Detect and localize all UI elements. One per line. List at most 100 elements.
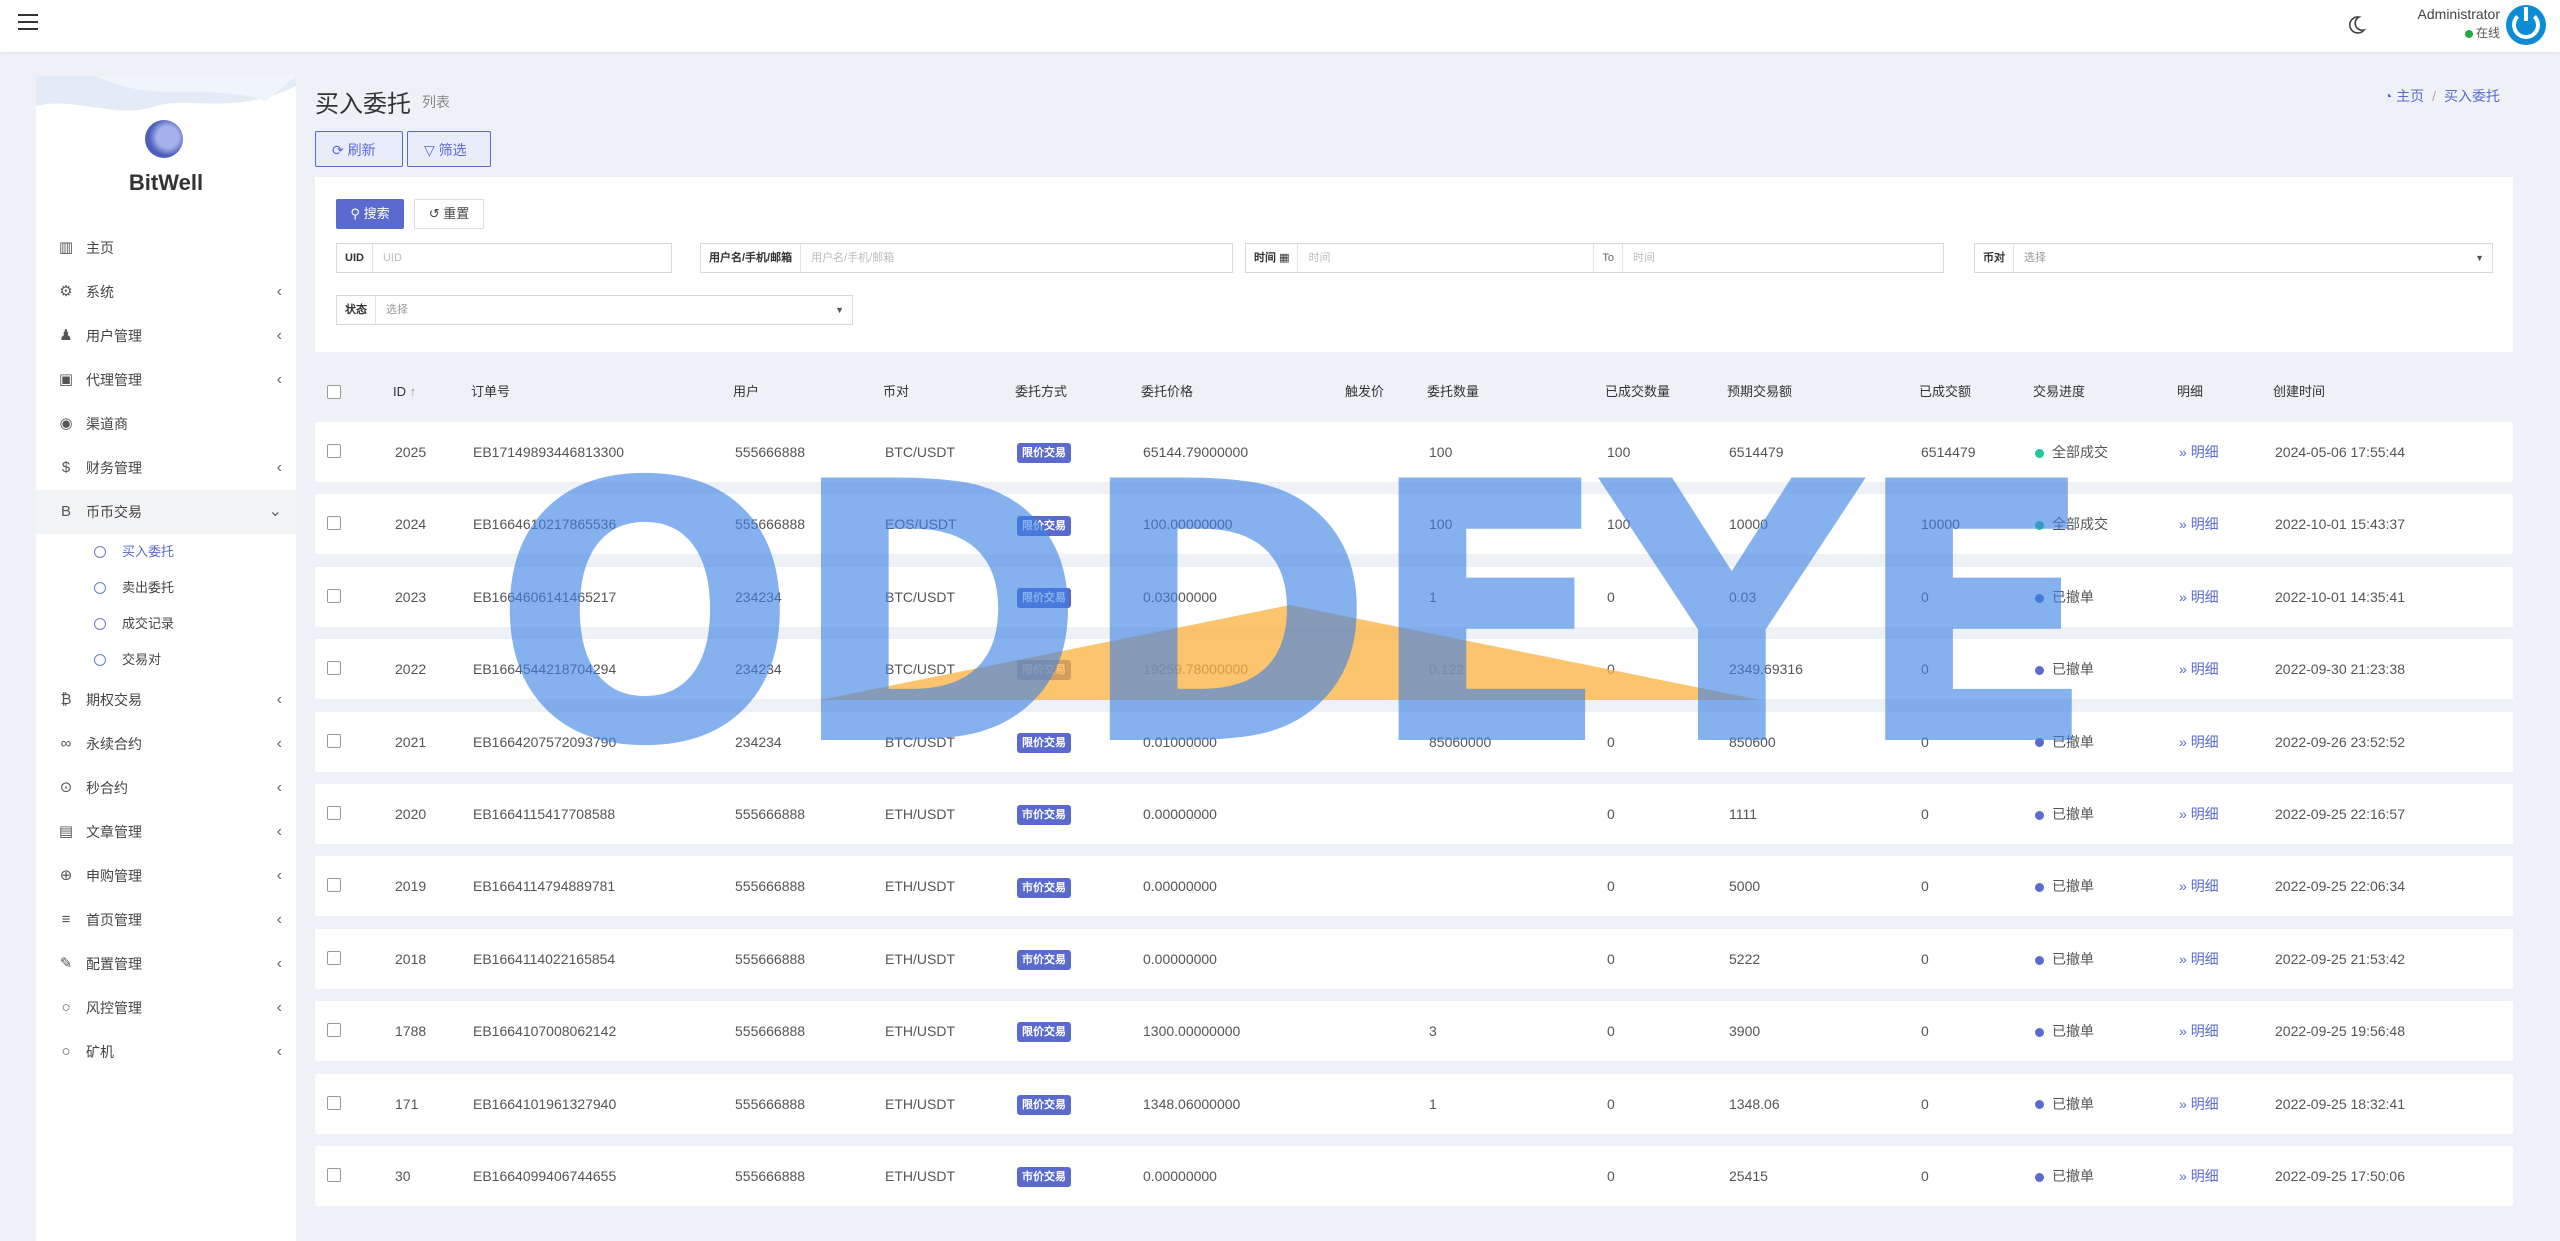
detail-link[interactable]: » 明细 — [2179, 1023, 2219, 1039]
pair-label: 币对 — [1975, 244, 2014, 272]
cell-id: 2025 — [395, 444, 427, 460]
breadcrumb-home[interactable]: 主页 — [2396, 88, 2424, 104]
cell: 5222 — [1729, 929, 1760, 989]
order-type-badge: 限价交易 — [1017, 588, 1071, 609]
cell: 1300.00000000 — [1143, 1001, 1240, 1061]
cell-user: 555666888 — [735, 1023, 806, 1040]
cell: 0 — [1921, 1146, 1929, 1206]
uid-input[interactable] — [372, 244, 671, 272]
detail-link[interactable]: » 明细 — [2179, 734, 2219, 750]
sidebar-subitem[interactable]: 交易对 — [36, 642, 296, 678]
row-checkbox[interactable] — [327, 661, 341, 676]
row-checkbox[interactable] — [327, 878, 341, 893]
row-checkbox[interactable] — [327, 444, 341, 458]
row-checkbox[interactable] — [327, 1095, 341, 1110]
sidebar-subitem[interactable]: 买入委托 — [36, 534, 296, 570]
detail-link[interactable]: » 明细 — [2179, 806, 2219, 822]
detail-link[interactable]: » 明细 — [2179, 589, 2219, 605]
order-type-badge: 市价交易 — [1017, 950, 1071, 971]
cell-order: EB1664115417708588 — [473, 806, 616, 822]
detail-link[interactable]: » 明细 — [2179, 444, 2219, 460]
cell: 2024-05-06 17:55:44 — [2275, 422, 2405, 482]
user-info[interactable]: Administrator 在线 — [2418, 6, 2500, 41]
sidebar-item[interactable]: $ 财务管理 ‹ — [36, 446, 296, 490]
bitwell-logo-icon — [145, 120, 183, 158]
column-header: 创建时间 — [2273, 384, 2326, 399]
column-header[interactable]: ID ↑ — [393, 372, 416, 412]
detail-link[interactable]: » 明细 — [2179, 878, 2219, 894]
cell-user: 555666888 — [735, 1168, 806, 1184]
status-select-value: 选择 — [386, 304, 408, 316]
cell: 限价交易 — [1017, 567, 1071, 627]
sidebar-item[interactable]: ○ 风控管理 ‹ — [36, 986, 296, 1030]
cell-filled_amt: 0 — [1921, 1023, 1929, 1040]
time-from-input[interactable] — [1298, 244, 1594, 272]
sidebar-item[interactable]: ▤ 文章管理 ‹ — [36, 810, 296, 854]
cell: 0 — [1921, 929, 1929, 989]
detail-link[interactable]: » 明细 — [2179, 1096, 2219, 1112]
chevron-left-icon: ‹ — [276, 955, 282, 972]
sidebar-subitem[interactable]: 成交记录 — [36, 606, 296, 642]
cell: 555666888 — [735, 856, 805, 916]
sidebar-item[interactable]: ≡ 首页管理 ‹ — [36, 898, 296, 942]
status-select[interactable]: 选择 ▼ — [376, 296, 852, 324]
detail-link[interactable]: » 明细 — [2179, 516, 2219, 532]
detail-link[interactable]: » 明细 — [2179, 951, 2219, 967]
hamburger-menu-icon[interactable] — [18, 14, 38, 30]
time-to-input[interactable] — [1623, 244, 1943, 272]
row-checkbox[interactable] — [327, 588, 341, 603]
sidebar-item[interactable]: ♟ 用户管理 ‹ — [36, 314, 296, 358]
cell: 19259.78000000 — [1143, 639, 1248, 699]
cell-price: 0.00000000 — [1143, 1168, 1217, 1184]
sidebar-item[interactable]: ✎ 配置管理 ‹ — [36, 942, 296, 986]
refresh-button[interactable]: ⟳ 刷新 — [315, 131, 403, 167]
cell: 已撤单 — [2035, 784, 2094, 844]
detail-link[interactable]: » 明细 — [2179, 1168, 2219, 1184]
sidebar-item[interactable]: ○ 矿机 ‹ — [36, 1030, 296, 1074]
dark-mode-moon-icon[interactable] — [2344, 13, 2368, 37]
sidebar-item[interactable]: ▣ 代理管理 ‹ — [36, 358, 296, 402]
sidebar-item[interactable]: ◉ 渠道商 — [36, 402, 296, 446]
sort-asc-icon[interactable]: ↑ — [410, 384, 417, 399]
sidebar-subitem-label: 买入委托 — [122, 544, 175, 559]
sidebar-item[interactable]: ▥ 主页 — [36, 226, 296, 270]
breadcrumb-current[interactable]: 买入委托 — [2444, 88, 2500, 104]
caret-down-icon: ▼ — [2475, 253, 2484, 263]
cell: 0 — [1607, 712, 1615, 772]
pair-select-value: 选择 — [2024, 252, 2046, 264]
cell-pair: EOS/USDT — [885, 516, 957, 533]
cell-user: 234234 — [735, 588, 782, 605]
select-all-checkbox[interactable] — [327, 385, 341, 399]
user-name: Administrator — [2417, 6, 2500, 22]
avatar[interactable] — [2506, 5, 2546, 45]
row-checkbox[interactable] — [327, 950, 341, 965]
sidebar-item[interactable]: ∞ 永续合约 ‹ — [36, 722, 296, 766]
cell: 全部成交 — [2035, 422, 2108, 482]
sidebar-item[interactable]: ⚙ 系统 ‹ — [36, 270, 296, 314]
cell-filled_amt: 0 — [1921, 1095, 1929, 1112]
row-checkbox[interactable] — [327, 516, 341, 531]
cell: 限价交易 — [1017, 494, 1071, 554]
sidebar-item-label: 申购管理 — [86, 868, 142, 884]
user-input[interactable] — [801, 244, 1232, 272]
sidebar-item[interactable]: ⊕ 申购管理 ‹ — [36, 854, 296, 898]
sidebar-subitem[interactable]: 卖出委托 — [36, 570, 296, 606]
cell: BTC/USDT — [885, 712, 955, 772]
cell: » 明细 — [2179, 639, 2219, 699]
sidebar-item[interactable]: B 币币交易 ⌄ — [36, 490, 296, 534]
row-checkbox[interactable] — [327, 806, 341, 820]
detail-link[interactable]: » 明细 — [2179, 661, 2219, 677]
reset-button[interactable]: ↺ 重置 — [414, 199, 484, 229]
sidebar-item[interactable]: ₿ 期权交易 ‹ — [36, 678, 296, 722]
sidebar-item[interactable]: ⊙ 秒合约 ‹ — [36, 766, 296, 810]
cell-filled_amt: 0 — [1921, 588, 1929, 605]
pair-select[interactable]: 选择 ▼ — [2014, 244, 2492, 272]
search-button[interactable]: ⚲ 搜索 — [336, 199, 404, 229]
row-checkbox[interactable] — [327, 733, 341, 748]
double-chevron-icon: » — [2179, 661, 2187, 678]
row-checkbox[interactable] — [327, 1023, 341, 1038]
brand-name: BitWell — [128, 170, 204, 195]
cell: 0.00000000 — [1143, 856, 1217, 916]
row-checkbox[interactable] — [327, 1168, 341, 1182]
filter-button[interactable]: ▽ 筛选 — [407, 131, 491, 167]
